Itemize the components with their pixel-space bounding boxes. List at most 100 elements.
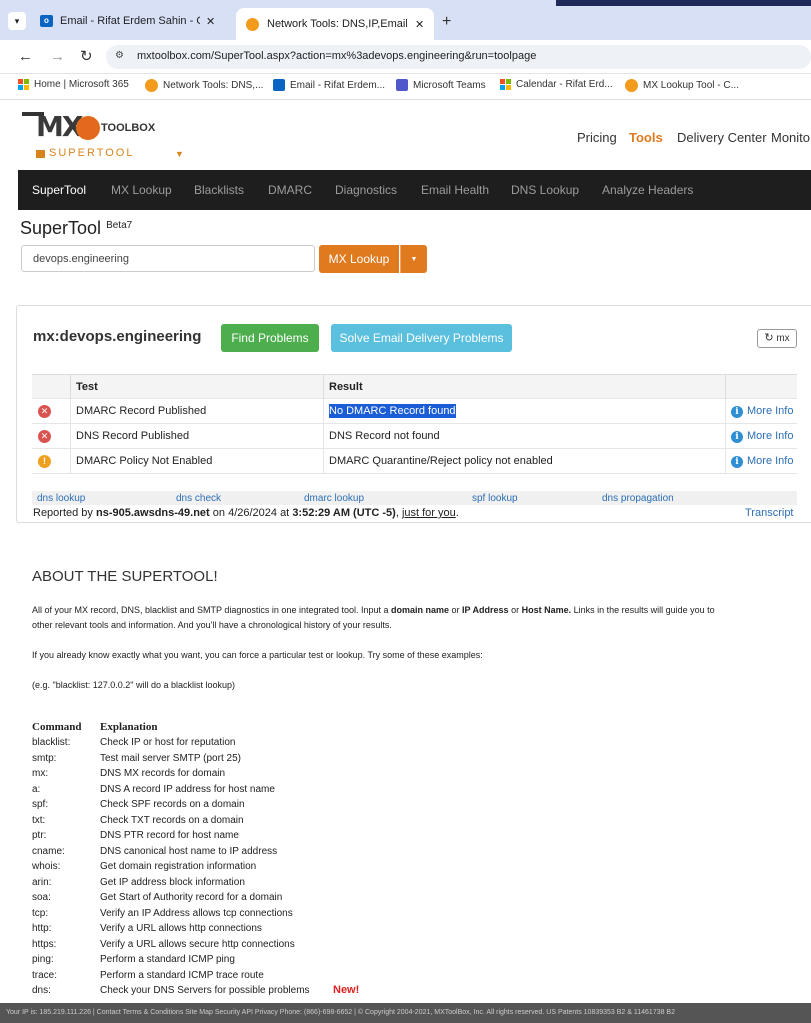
teams-icon <box>396 79 408 91</box>
outlook-icon <box>273 79 285 91</box>
command-name: http: <box>32 923 52 934</box>
table-row: ✕ DMARC Record Published No DMARC Record… <box>32 399 797 424</box>
bookmark-network-tools[interactable]: Network Tools: DNS,... <box>145 79 263 92</box>
command-name: ping: <box>32 954 54 965</box>
command-explanation: Verify a URL allows secure http connecti… <box>100 938 295 950</box>
text-bold: domain name <box>391 605 450 615</box>
column-divider <box>725 399 726 424</box>
find-problems-button[interactable]: Find Problems <box>221 324 319 352</box>
solve-delivery-button[interactable]: Solve Email Delivery Problems <box>331 324 512 352</box>
link-dns-check[interactable]: dns check <box>176 493 221 504</box>
bookmark-email[interactable]: Email - Rifat Erdem... <box>273 79 385 91</box>
row-test: DMARC Policy Not Enabled <box>76 455 213 467</box>
site-info-icon[interactable]: ⚙ <box>115 50 124 61</box>
mxtoolbox-favicon <box>145 79 158 92</box>
command-row: smtp: Test mail server SMTP (port 25) <box>32 752 241 764</box>
tab-network-tools[interactable]: Network Tools: DNS,IP,Email ✕ <box>236 8 434 40</box>
about-heading: ABOUT THE SUPERTOOL! <box>32 568 218 585</box>
close-icon[interactable]: ✕ <box>206 15 215 28</box>
more-info-link[interactable]: i More Info <box>731 430 793 443</box>
command-name: smtp: <box>32 752 57 764</box>
text-segment: All of your MX record, DNS, blacklist an… <box>32 605 392 615</box>
mx-lookup-button[interactable]: MX Lookup <box>319 245 399 273</box>
row-test: DMARC Record Published <box>76 405 207 417</box>
command-explanation: Verify an IP Address allows tcp connecti… <box>100 907 293 919</box>
new-tab-button[interactable]: + <box>442 13 451 31</box>
logo-mx-circle <box>76 116 100 140</box>
command-explanation: Check TXT records on a domain <box>100 814 244 826</box>
topnav-delivery-center[interactable]: Delivery Center <box>677 130 767 145</box>
command-row: whois: Get domain registration informatio… <box>32 861 256 872</box>
just-for-you-link[interactable]: just for you <box>402 507 456 519</box>
nav-diagnostics[interactable]: Diagnostics <box>335 183 397 197</box>
command-row: trace: Perform a standard ICMP trace rout… <box>32 970 264 981</box>
forward-arrow-icon[interactable]: → <box>50 48 65 65</box>
reported-prefix: Reported by <box>33 507 93 519</box>
nav-supertool[interactable]: SuperTool <box>32 183 86 197</box>
text-bold: Host Name. <box>521 605 572 615</box>
nav-analyze-headers[interactable]: Analyze Headers <box>602 183 693 197</box>
reported-date: on 4/26/2024 at <box>212 507 290 519</box>
logo-sub-icon <box>36 150 45 158</box>
site-logo[interactable]: MX TOOLBOX SUPERTOOL ▼ <box>22 112 192 162</box>
info-icon: i <box>731 431 743 443</box>
bookmark-home[interactable]: Home | Microsoft 365 <box>18 79 129 90</box>
topnav-pricing[interactable]: Pricing <box>577 130 617 145</box>
main-nav: SuperTool MX Lookup Blacklists DMARC Dia… <box>18 170 811 210</box>
more-info-label: More Info <box>747 405 794 417</box>
beta-badge: Beta7 <box>106 220 133 231</box>
reported-time: 3:52:29 AM (UTC -5) <box>292 507 396 519</box>
nav-dns-lookup[interactable]: DNS Lookup <box>511 183 579 197</box>
topnav-monitoring[interactable]: Monito <box>771 130 810 145</box>
reported-server: ns-905.awsdns-49.net <box>96 507 210 519</box>
command-name: tcp: <box>32 907 49 919</box>
header-result: Result <box>329 381 363 393</box>
topnav-tools[interactable]: Tools <box>629 130 663 145</box>
tab-list-button[interactable]: ▾ <box>8 12 26 30</box>
command-name: dns: <box>32 985 51 996</box>
address-bar[interactable]: ⚙ mxtoolbox.com/SuperTool.aspx?action=mx… <box>106 45 811 69</box>
lookup-dropdown-button[interactable]: ▼ <box>400 245 427 273</box>
command-row: ping: Perform a standard ICMP ping <box>32 954 235 965</box>
nav-blacklists[interactable]: Blacklists <box>194 183 244 197</box>
command-header: Command <box>32 721 82 733</box>
command-explanation: Test mail server SMTP (port 25) <box>100 752 241 764</box>
command-explanation: Perform a standard ICMP ping <box>100 954 235 965</box>
command-row: arin: Get IP address block information <box>32 877 245 888</box>
reload-icon[interactable]: ↻ <box>80 47 93 65</box>
about-paragraph-1: All of your MX record, DNS, blacklist an… <box>32 603 807 633</box>
command-row: cname: DNS canonical host name to IP addr… <box>32 846 277 857</box>
close-icon[interactable]: ✕ <box>415 18 424 31</box>
bookmark-label: Network Tools: DNS,... <box>163 80 264 91</box>
command-explanation: Check SPF records on a domain <box>100 799 245 810</box>
link-dns-lookup[interactable]: dns lookup <box>37 493 85 504</box>
bookmark-mx-lookup[interactable]: MX Lookup Tool - C... <box>625 79 739 92</box>
more-info-link[interactable]: i More Info <box>731 455 793 468</box>
link-dmarc-lookup[interactable]: dmarc lookup <box>304 493 364 504</box>
link-spf-lookup[interactable]: spf lookup <box>472 493 518 504</box>
more-info-link[interactable]: i More Info <box>731 405 793 418</box>
row-result-selected[interactable]: No DMARC Record found <box>329 404 456 418</box>
text-segment: or <box>449 605 463 615</box>
about-paragraph-2: If you already know exactly what you wan… <box>32 650 483 660</box>
nav-mx-lookup[interactable]: MX Lookup <box>111 183 172 197</box>
chevron-down-icon[interactable]: ▼ <box>175 149 184 159</box>
link-dns-propagation[interactable]: dns propagation <box>602 493 674 504</box>
bookmark-calendar[interactable]: Calendar - Rifat Erd... <box>500 79 613 90</box>
url-text: mxtoolbox.com/SuperTool.aspx?action=mx%3… <box>137 50 537 62</box>
command-explanation: Get domain registration information <box>100 861 257 872</box>
column-divider <box>323 399 324 424</box>
back-arrow-icon[interactable]: ← <box>18 48 33 65</box>
nav-dmarc[interactable]: DMARC <box>268 183 312 197</box>
tab-email[interactable]: o Email - Rifat Erdem Sahin - Out ✕ <box>40 8 230 34</box>
transcript-link[interactable]: Transcript <box>745 507 794 519</box>
mxtoolbox-favicon <box>625 79 638 92</box>
button-label: MX Lookup <box>328 252 390 266</box>
reported-by-line: Reported by ns-905.awsdns-49.net on 4/26… <box>33 507 459 519</box>
column-divider <box>70 375 71 400</box>
nav-email-health[interactable]: Email Health <box>421 183 489 197</box>
bookmark-teams[interactable]: Microsoft Teams <box>396 79 486 91</box>
column-divider <box>70 399 71 424</box>
refresh-button[interactable]: ↻ mx <box>757 329 797 348</box>
domain-input[interactable] <box>21 245 315 272</box>
